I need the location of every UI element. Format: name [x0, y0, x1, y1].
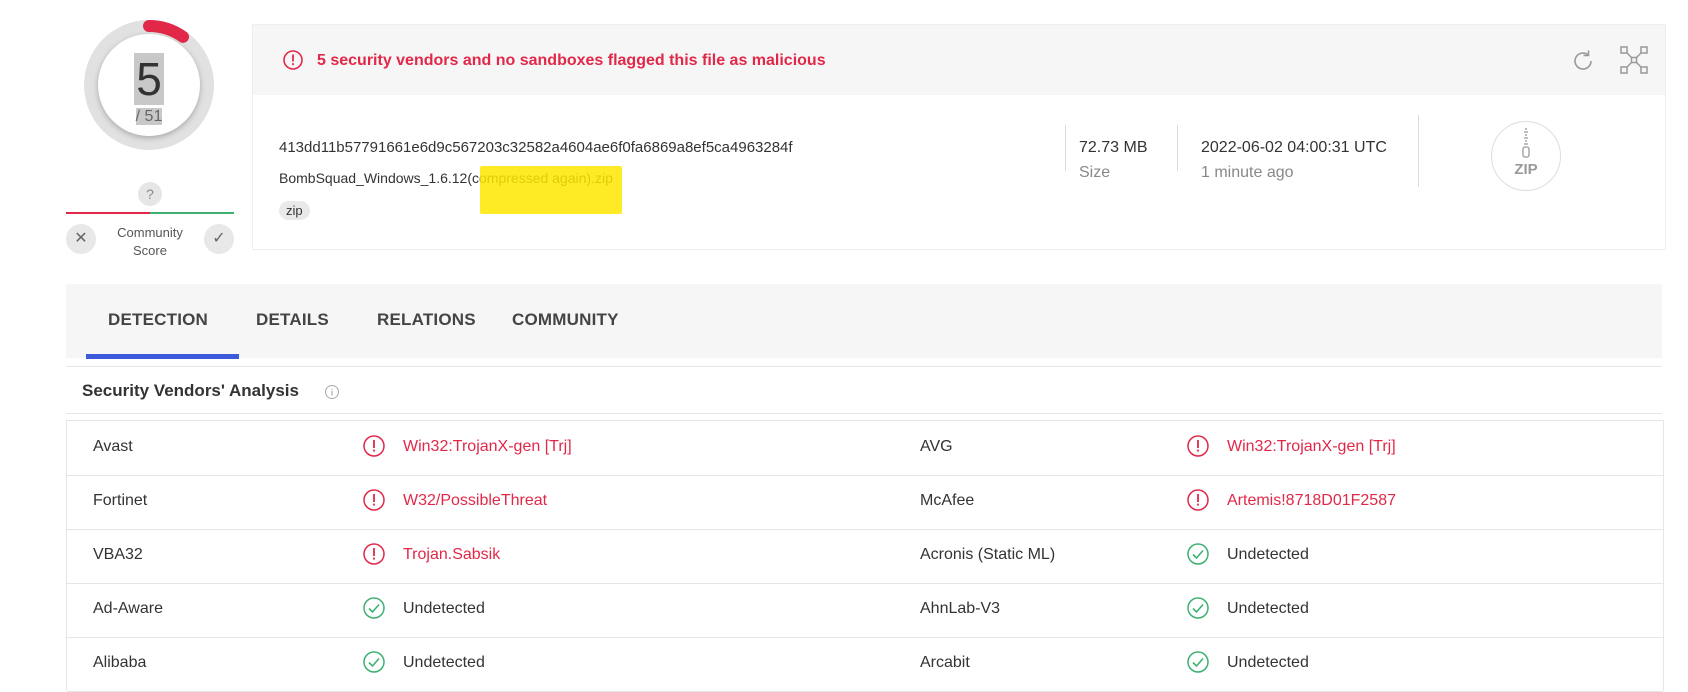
- file-summary-card: 5 security vendors and no sandboxes flag…: [252, 24, 1666, 250]
- scan-date-relative: 1 minute ago: [1201, 164, 1294, 181]
- community-score-label: Community Score: [104, 224, 196, 260]
- vendor-name: Fortinet: [93, 492, 148, 509]
- vendor-result[interactable]: W32/PossibleThreat: [403, 492, 547, 510]
- zip-glyph: ZIP: [1514, 128, 1538, 178]
- vendor-result[interactable]: Trojan.Sabsik: [403, 546, 500, 564]
- table-row: Ad-Aware Undetected AhnLab-V3 Undetected: [67, 583, 1663, 638]
- vendor-result: Undetected: [1227, 546, 1309, 563]
- info-icon[interactable]: [324, 384, 340, 400]
- check-circle-icon: [1187, 543, 1209, 565]
- vendor-result: Undetected: [403, 600, 485, 617]
- vendor-result[interactable]: Win32:TrojanX-gen [Trj]: [403, 438, 572, 456]
- vendor-result: Undetected: [403, 654, 485, 671]
- vendor-name: VBA32: [93, 546, 143, 563]
- alert-circle-icon: [283, 50, 303, 70]
- divider: [1177, 125, 1178, 171]
- vendor-result: Undetected: [1227, 600, 1309, 617]
- upvote-button[interactable]: ✓: [204, 224, 234, 254]
- tab-relations[interactable]: RELATIONS: [377, 310, 476, 330]
- vendor-result[interactable]: Artemis!8718D01F2587: [1227, 492, 1396, 510]
- vendor-name: Avast: [93, 438, 133, 455]
- vendor-result[interactable]: Win32:TrojanX-gen [Trj]: [1227, 438, 1396, 456]
- vendors-section-header: Security Vendors' Analysis: [66, 366, 1662, 414]
- vendor-name: Arcabit: [920, 654, 970, 671]
- alert-circle-icon: [363, 489, 385, 511]
- zip-label: ZIP: [1514, 161, 1537, 178]
- table-row: Fortinet W32/PossibleThreat McAfee Artemis!…: [67, 475, 1663, 530]
- vendor-result: Undetected: [1227, 654, 1309, 671]
- vendor-name: Acronis (Static ML): [920, 546, 1056, 563]
- file-size-label: Size: [1079, 164, 1111, 181]
- detection-total: / 51: [135, 108, 163, 125]
- section-title: Security Vendors' Analysis: [82, 381, 299, 400]
- community-score: ? ✕ Community Score ✓: [66, 182, 234, 262]
- check-circle-icon: [363, 597, 385, 619]
- alert-circle-icon: [363, 435, 385, 457]
- vendor-name: AhnLab-V3: [920, 600, 1001, 617]
- vendor-results-table: Avast Win32:TrojanX-gen [Trj] AVG Win32:Tro…: [66, 420, 1664, 692]
- file-size-value: 72.73 MB: [1079, 139, 1148, 156]
- detection-alert-bar: 5 security vendors and no sandboxes flag…: [253, 25, 1665, 95]
- detection-count: 5: [134, 53, 164, 105]
- check-circle-icon: [1187, 651, 1209, 673]
- divider: [1418, 115, 1419, 187]
- table-row: Avast Win32:TrojanX-gen [Trj] AVG Win32:Tro…: [67, 421, 1663, 476]
- alert-circle-icon: [1187, 489, 1209, 511]
- highlight-mark: [480, 166, 622, 214]
- tab-bar: DETECTION DETAILS RELATIONS COMMUNITY: [66, 284, 1662, 359]
- alert-circle-icon: [1187, 435, 1209, 457]
- community-positive-bar: [150, 212, 234, 214]
- check-circle-icon: [363, 651, 385, 673]
- community-label-line2: Score: [133, 243, 167, 258]
- tab-details[interactable]: DETAILS: [256, 310, 329, 330]
- vendor-name: Alibaba: [93, 654, 147, 671]
- vendor-name: Ad-Aware: [93, 600, 163, 617]
- downvote-button[interactable]: ✕: [66, 224, 96, 254]
- alert-circle-icon: [363, 543, 385, 565]
- divider: [1065, 125, 1066, 171]
- community-label-line1: Community: [117, 225, 183, 240]
- expand-icon[interactable]: [1619, 45, 1649, 75]
- file-tag[interactable]: zip: [279, 201, 310, 220]
- detection-score-gauge: 5 / 51: [84, 20, 214, 150]
- scan-date-value: 2022-06-02 04:00:31 UTC: [1201, 139, 1387, 156]
- table-row: Alibaba Undetected Arcabit Undetected: [67, 637, 1663, 692]
- vendor-name: McAfee: [920, 492, 975, 509]
- community-negative-bar: [66, 212, 150, 214]
- detection-alert-text: 5 security vendors and no sandboxes flag…: [317, 52, 826, 69]
- file-hash[interactable]: 413dd11b57791661e6d9c567203c32582a4604ae…: [279, 139, 793, 156]
- vendor-name: AVG: [920, 438, 953, 455]
- score-center: 5 / 51: [98, 34, 200, 136]
- refresh-icon[interactable]: [1569, 47, 1597, 75]
- tab-detection[interactable]: DETECTION: [108, 310, 208, 330]
- community-score-help-icon[interactable]: ?: [138, 182, 162, 206]
- active-tab-indicator: [86, 354, 239, 359]
- zip-file-icon: ZIP: [1491, 121, 1561, 191]
- tab-community[interactable]: COMMUNITY: [512, 310, 619, 330]
- table-row: VBA32 Trojan.Sabsik Acronis (Static ML) Und…: [67, 529, 1663, 584]
- check-circle-icon: [1187, 597, 1209, 619]
